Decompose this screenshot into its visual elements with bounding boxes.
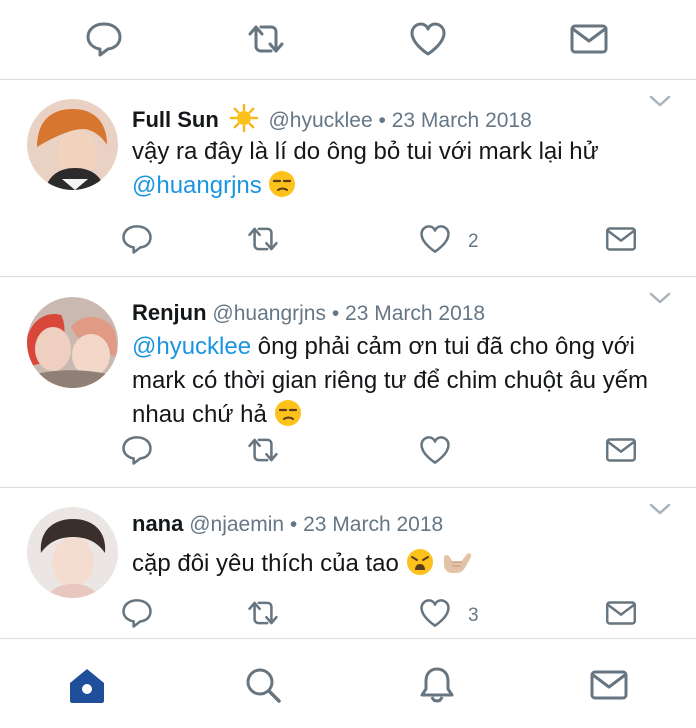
avatar[interactable] — [27, 99, 118, 190]
tweet-text-line: vậy ra đây là lí do ông bỏ tui với mark … — [132, 138, 599, 165]
like-icon[interactable] — [418, 597, 452, 629]
unamused-face-emoji — [268, 170, 296, 198]
weary-face-emoji — [406, 548, 434, 576]
separator: • — [378, 109, 386, 132]
reply-icon[interactable] — [84, 20, 124, 58]
retweet-icon[interactable] — [244, 20, 288, 58]
retweet-icon[interactable] — [244, 223, 282, 255]
reply-icon[interactable] — [120, 434, 154, 466]
call-me-hand-emoji — [440, 548, 474, 576]
mention-link[interactable]: @huangrjns — [132, 172, 262, 199]
like-icon[interactable] — [418, 223, 452, 255]
tweet-header: nana @njaemin • 23 March 2018 — [132, 511, 443, 537]
tweet-text: cặp đôi yêu thích của tao — [132, 547, 677, 581]
tweet-actions — [0, 434, 696, 474]
avatar[interactable] — [27, 507, 118, 598]
tweet-header: Full Sun @hyucklee • 23 March 2018 — [132, 103, 532, 133]
message-icon[interactable] — [568, 20, 610, 58]
chevron-down-icon[interactable] — [648, 501, 672, 517]
tweet-actions: 3 — [0, 597, 696, 637]
message-icon[interactable] — [604, 223, 638, 255]
tweet-date[interactable]: 23 March 2018 — [392, 109, 532, 132]
message-icon[interactable] — [604, 434, 638, 466]
search-icon[interactable] — [242, 665, 284, 705]
separator: • — [289, 513, 298, 536]
retweet-icon[interactable] — [244, 597, 282, 629]
tweet-actions: 2 — [0, 223, 696, 263]
bottom-nav — [0, 638, 696, 728]
user-handle[interactable]: @hyucklee — [268, 109, 372, 132]
tweet-header: Renjun @huangrjns • 23 March 2018 — [132, 300, 485, 326]
home-icon[interactable] — [66, 665, 108, 705]
tweet[interactable]: Full Sun @hyucklee • 23 March 2018 vậy r… — [0, 81, 696, 277]
sun-emoji — [229, 103, 259, 133]
tweet-date[interactable]: 23 March 2018 — [345, 302, 485, 325]
message-icon[interactable] — [604, 597, 638, 629]
tweet-text: vậy ra đây là lí do ông bỏ tui với mark … — [132, 135, 677, 203]
reply-icon[interactable] — [120, 597, 154, 629]
mention-link[interactable]: @hyucklee — [132, 333, 251, 360]
tweet-date[interactable]: 23 March 2018 — [303, 513, 443, 536]
unamused-face-emoji — [274, 399, 302, 427]
like-count: 2 — [468, 231, 479, 252]
avatar[interactable] — [27, 297, 118, 388]
reply-icon[interactable] — [120, 223, 154, 255]
chevron-down-icon[interactable] — [648, 290, 672, 306]
display-name[interactable]: Full Sun — [132, 107, 219, 132]
notifications-icon[interactable] — [416, 665, 458, 705]
user-handle[interactable]: @huangrjns — [212, 302, 326, 325]
messages-icon[interactable] — [588, 665, 630, 705]
separator: • — [331, 302, 340, 325]
display-name[interactable]: nana — [132, 511, 183, 536]
like-count: 3 — [468, 605, 479, 626]
tweet-text: @hyucklee ông phải cảm ơn tui đã cho ông… — [132, 330, 677, 432]
display-name[interactable]: Renjun — [132, 300, 207, 325]
like-icon[interactable] — [418, 434, 452, 466]
chevron-down-icon[interactable] — [648, 93, 672, 109]
tweet[interactable]: Renjun @huangrjns • 23 March 2018 @hyuck… — [0, 278, 696, 488]
user-handle[interactable]: @njaemin — [189, 513, 284, 536]
tweet-text-body: cặp đôi yêu thích của tao — [132, 550, 399, 577]
retweet-icon[interactable] — [244, 434, 282, 466]
like-icon[interactable] — [408, 20, 448, 58]
previous-tweet-actions — [0, 0, 696, 80]
tweet[interactable]: nana @njaemin • 23 March 2018 cặp đôi yê… — [0, 489, 696, 638]
